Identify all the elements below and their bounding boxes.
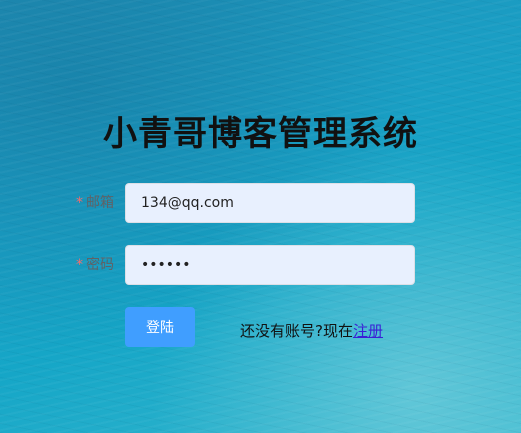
form-item-password: * 密码 — [0, 245, 521, 285]
password-field[interactable] — [125, 245, 415, 285]
password-label: * 密码 — [40, 245, 114, 285]
form-item-email: * 邮箱 — [0, 183, 521, 223]
register-prompt-text: 还没有账号?现在 — [240, 322, 353, 340]
email-label: * 邮箱 — [40, 183, 114, 223]
required-mark: * — [76, 257, 83, 273]
email-field[interactable] — [125, 183, 415, 223]
login-button[interactable]: 登陆 — [125, 307, 195, 347]
email-label-text: 邮箱 — [86, 195, 114, 211]
password-label-text: 密码 — [86, 257, 114, 273]
register-link[interactable]: 注册 — [353, 322, 383, 340]
page-title: 小青哥博客管理系统 — [103, 114, 418, 154]
required-mark: * — [76, 195, 83, 211]
register-prompt: 还没有账号?现在注册 — [240, 320, 383, 341]
